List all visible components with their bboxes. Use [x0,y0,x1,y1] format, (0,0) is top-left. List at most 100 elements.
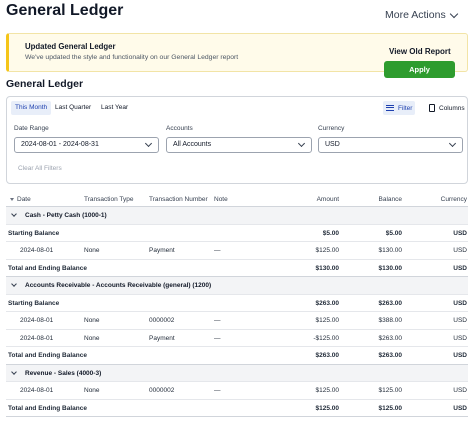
total-label: Total and Ending Balance [8,264,87,272]
balance-cell: $263.00 [378,352,403,359]
columns-icon [429,104,435,112]
balance-cell: $263.00 [378,299,403,307]
column-header-amount[interactable]: Amount [317,196,339,203]
balance-cell: $130.00 [378,264,403,272]
chevron-down-icon [11,368,17,375]
account-group-row[interactable]: Accounts Receivable - Accounts Receivabl… [6,277,468,295]
starting-balance-row: Starting Balance $5.00 $5.00 USD [6,225,468,242]
group-toggle[interactable]: Accounts Receivable - Accounts Receivabl… [11,281,212,289]
group-toggle[interactable]: Revenue - Sales (4000-3) [11,368,101,377]
sort-icon [10,197,14,201]
table-body: Cash - Petty Cash (1000-1) Starting Balan… [6,207,468,417]
currency-cell: USD [453,247,467,254]
transaction-type: None [84,387,100,394]
column-header-transaction-number[interactable]: Transaction Number [149,196,208,203]
amount-cell: $5.00 [322,229,339,237]
currency-cell: USD [453,299,467,307]
chevron-down-icon [448,139,457,148]
transaction-number: 0000002 [149,317,175,324]
amount-cell: $263.00 [315,299,340,307]
tab-last-year[interactable]: Last Year [97,101,132,115]
table-row: 2024-08-01 None Payment — $125.00 $130.00 USD [6,242,468,260]
date-range-label: Date Range [14,125,49,132]
currency-cell: USD [453,404,467,412]
starting-balance-label: Starting Balance [8,229,60,237]
more-actions-label: More Actions [385,9,446,21]
currency-cell: USD [453,317,467,324]
transaction-date: 2024-08-01 [20,387,54,394]
chevron-down-icon [11,281,17,287]
account-group-row[interactable]: Cash - Petty Cash (1000-1) [6,207,468,225]
total-label: Total and Ending Balance [8,352,87,359]
currency-label: Currency [318,125,345,132]
filter-button[interactable]: Filter [383,101,416,115]
balance-cell: $125.00 [378,387,403,394]
currency-cell: USD [453,352,467,359]
transaction-date: 2024-08-01 [20,334,54,342]
balance-cell: $5.00 [385,229,402,237]
currency-value: USD [325,141,340,148]
chevron-down-icon [11,211,17,217]
columns-label: Columns [439,104,465,112]
column-header-date-label: Date [17,196,31,203]
column-header-date[interactable]: Date [10,196,31,203]
balance-cell: $388.00 [378,317,403,324]
transaction-date: 2024-08-01 [20,247,54,254]
amount-cell: $125.00 [315,404,340,412]
more-actions-button[interactable]: More Actions [385,9,458,21]
currency-cell: USD [453,334,467,342]
banner-title: Updated General Ledger [25,42,116,51]
date-range-select[interactable]: 2024-08-01 - 2024-08-31 [14,137,159,153]
total-row: Total and Ending Balance $130.00 $130.00 US… [6,260,468,277]
transaction-note: — [214,247,221,254]
chevron-down-icon [297,139,306,148]
total-row: Total and Ending Balance $125.00 $125.00 US… [6,400,468,417]
accounts-select[interactable]: All Accounts [166,137,312,153]
balance-cell: $130.00 [378,247,403,254]
column-header-note[interactable]: Note [214,196,228,203]
currency-select[interactable]: USD [318,137,463,153]
columns-button[interactable]: Columns [426,101,468,115]
currency-cell: USD [453,387,467,394]
account-group-label: Accounts Receivable - Accounts Receivabl… [25,282,212,289]
total-label: Total and Ending Balance [8,404,87,412]
group-toggle[interactable]: Cash - Petty Cash (1000-1) [11,211,107,219]
clear-filters-link[interactable]: Clear All Filters [18,165,62,172]
filter-panel: This Month Last Quarter Last Year Filter… [6,96,468,184]
transaction-note: — [214,387,221,394]
transaction-type: None [84,247,100,254]
tab-this-month[interactable]: This Month [11,101,52,115]
currency-cell: USD [453,264,467,272]
chevron-down-icon [449,9,458,18]
transaction-date: 2024-08-01 [20,317,54,324]
transaction-note: — [214,317,221,324]
amount-cell: $125.00 [315,317,340,324]
amount-cell: $130.00 [315,264,340,272]
balance-cell: $125.00 [378,404,403,412]
transaction-number: Payment [149,247,175,254]
column-header-currency[interactable]: Currency [441,196,467,203]
table-header: Date Transaction Type Transaction Number… [6,193,468,207]
column-header-balance[interactable]: Balance [379,196,403,203]
starting-balance-row: Starting Balance $263.00 $263.00 USD [6,295,468,312]
column-header-transaction-type[interactable]: Transaction Type [84,196,134,203]
view-old-report-button[interactable]: View Old Report [389,47,451,56]
amount-cell: -$125.00 [313,334,339,342]
accounts-value: All Accounts [173,141,212,148]
chevron-down-icon [144,139,153,148]
accounts-label: Accounts [166,125,193,132]
balance-cell: $263.00 [378,334,403,342]
date-range-value: 2024-08-01 - 2024-08-31 [21,141,99,148]
account-group-label: Cash - Petty Cash (1000-1) [25,212,107,219]
transaction-note: — [214,334,221,342]
apply-button[interactable]: Apply [384,61,455,78]
section-title: General Ledger [6,78,84,90]
amount-cell: $125.00 [315,387,340,394]
tab-last-quarter[interactable]: Last Quarter [51,101,95,115]
filter-label: Filter [398,104,413,112]
account-group-row[interactable]: Revenue - Sales (4000-3) [6,364,468,382]
transaction-type: None [84,334,100,342]
table-row: 2024-08-01 None Payment — -$125.00 $263.00 USD [6,330,468,347]
transaction-number: Payment [149,334,175,342]
amount-cell: $125.00 [315,247,340,254]
